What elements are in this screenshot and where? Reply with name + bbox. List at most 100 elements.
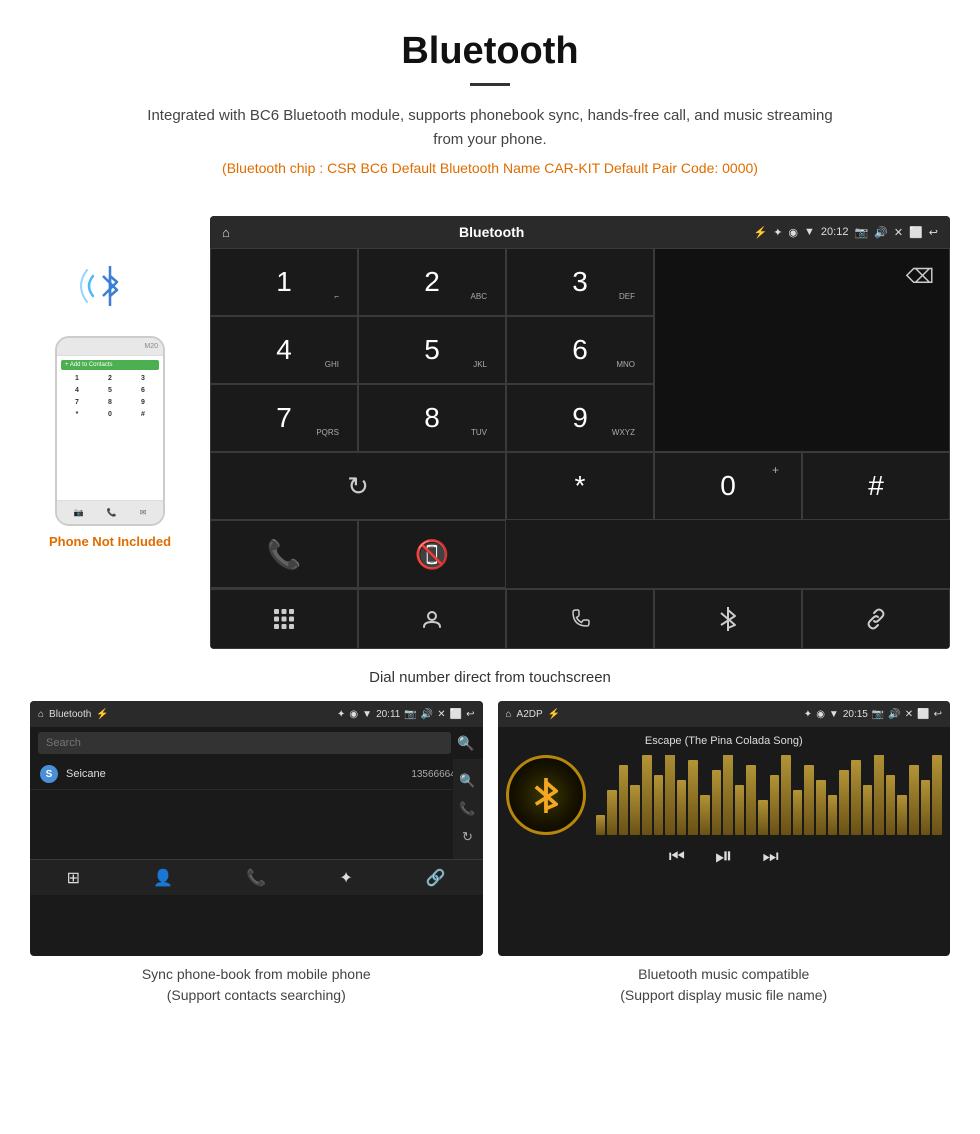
status-bar-title: Bluetooth — [459, 224, 524, 240]
pb-back-icon[interactable]: ↩ — [466, 709, 474, 720]
eq-bar — [596, 815, 606, 835]
play-pause-button[interactable]: ⏯ — [715, 843, 733, 869]
eq-bar — [723, 755, 733, 835]
pb-sidebar-refresh-icon[interactable]: ↻ — [462, 829, 473, 845]
dial-key-6[interactable]: 6 MNO — [506, 316, 654, 384]
music-vol-icon[interactable]: 🔊 — [888, 709, 900, 720]
bottom-screenshots: ⌂ Bluetooth ⚡ ✦ ◉ ▼ 20:11 📷 🔊 ✕ ⬜ ↩ — [0, 701, 980, 1026]
key-5-sub: JKL — [473, 360, 487, 369]
eq-bar — [886, 775, 896, 835]
pb-bottom-bt-icon[interactable]: ✦ — [339, 868, 352, 888]
music-close-icon[interactable]: ✕ — [905, 709, 913, 720]
contacts-button[interactable] — [358, 589, 506, 649]
redial-button[interactable]: ↻ — [210, 452, 506, 520]
phone-key-0: 0 — [94, 409, 126, 420]
dial-key-2[interactable]: 2 ABC — [358, 248, 506, 316]
volume-icon[interactable]: 🔊 — [874, 226, 888, 239]
pb-sidebar-phone-icon[interactable]: 📞 — [459, 801, 475, 817]
pb-home-icon[interactable]: ⌂ — [38, 709, 44, 720]
dial-key-hash[interactable]: # — [802, 452, 950, 520]
music-home-icon[interactable]: ⌂ — [506, 709, 512, 720]
phonebook-screen: ⌂ Bluetooth ⚡ ✦ ◉ ▼ 20:11 📷 🔊 ✕ ⬜ ↩ — [30, 701, 483, 956]
music-caption: Bluetooth music compatible (Support disp… — [620, 964, 827, 1006]
pb-search-icon[interactable]: 🔍 — [457, 735, 474, 752]
dial-key-star[interactable]: * — [506, 452, 654, 520]
pb-search-input[interactable] — [38, 732, 451, 754]
pb-win-icon[interactable]: ⬜ — [450, 709, 462, 720]
bluetooth-bottom-button[interactable] — [654, 589, 802, 649]
phone-bottom-button[interactable] — [506, 589, 654, 649]
music-win-icon[interactable]: ⬜ — [917, 709, 929, 720]
dial-display-area: ⌫ — [654, 248, 950, 452]
pb-close-icon[interactable]: ✕ — [437, 709, 445, 720]
pb-search-row: 🔍 — [30, 727, 483, 759]
dialpad-button[interactable] — [210, 589, 358, 649]
pb-bottom-contacts-icon[interactable]: 👤 — [153, 868, 173, 888]
header-divider — [470, 83, 510, 86]
eq-bar — [642, 755, 652, 835]
key-8-main: 8 — [424, 402, 440, 434]
phone-key-2: 2 — [94, 373, 126, 384]
back-icon[interactable]: ↩ — [929, 226, 938, 239]
dial-key-4[interactable]: 4 GHI — [210, 316, 358, 384]
eq-bar — [677, 780, 687, 835]
music-content-area: Escape (The Pina Colada Song) — [498, 727, 951, 885]
phone-key-star: * — [61, 409, 93, 420]
pb-bottom-dialpad-icon[interactable]: ⊞ — [67, 868, 80, 888]
music-cam-icon[interactable]: 📷 — [872, 709, 884, 720]
dial-key-0[interactable]: 0 + — [654, 452, 802, 520]
music-back-icon[interactable]: ↩ — [934, 709, 942, 720]
key-7-sub: PQRS — [316, 428, 339, 437]
phone-cam-icon: 📷 — [74, 508, 84, 517]
key-0-plus: + — [772, 463, 779, 477]
pb-vol-icon[interactable]: 🔊 — [421, 709, 433, 720]
key-9-sub: WXYZ — [612, 428, 635, 437]
phone-screen: + Add to Contacts 1 2 3 4 5 6 7 8 9 * 0 … — [57, 356, 163, 500]
music-screen: ⌂ A2DP ⚡ ✦ ◉ ▼ 20:15 📷 🔊 ✕ ⬜ ↩ E — [498, 701, 951, 956]
pb-wifi-icon: ▼ — [362, 709, 372, 720]
usb-icon: ⚡ — [754, 226, 768, 239]
music-status-left: ⌂ A2DP ⚡ — [506, 709, 561, 720]
pb-contact-row[interactable]: S Seicane 13566664466 — [30, 759, 483, 790]
phone-dial-grid: 1 2 3 4 5 6 7 8 9 * 0 # — [61, 373, 159, 420]
phonebook-caption-line2: (Support contacts searching) — [167, 987, 346, 1003]
eq-bar — [735, 785, 745, 835]
home-icon[interactable]: ⌂ — [222, 225, 230, 240]
status-bar-left: ⌂ — [222, 225, 230, 240]
window-icon[interactable]: ⬜ — [909, 226, 923, 239]
dial-key-7[interactable]: 7 PQRS — [210, 384, 358, 452]
dial-key-5[interactable]: 5 JKL — [358, 316, 506, 384]
backspace-icon[interactable]: ⌫ — [891, 249, 949, 304]
pb-status-bar: ⌂ Bluetooth ⚡ ✦ ◉ ▼ 20:11 📷 🔊 ✕ ⬜ ↩ — [30, 701, 483, 727]
camera-icon[interactable]: 📷 — [854, 226, 868, 239]
eq-bar — [654, 775, 664, 835]
pb-cam-icon[interactable]: 📷 — [404, 709, 416, 720]
key-9-main: 9 — [572, 402, 588, 434]
music-usb-icon: ⚡ — [548, 709, 560, 720]
phone-key-6: 6 — [127, 385, 159, 396]
link-bottom-button[interactable] — [802, 589, 950, 649]
key-2-main: 2 — [424, 266, 440, 298]
album-art — [506, 755, 586, 835]
dial-key-8[interactable]: 8 TUV — [358, 384, 506, 452]
dial-section: M20 + Add to Contacts 1 2 3 4 5 6 7 8 9 … — [0, 206, 980, 659]
dial-key-3[interactable]: 3 DEF — [506, 248, 654, 316]
end-call-button[interactable]: 📵 — [358, 520, 506, 588]
eq-bar — [804, 765, 814, 835]
phonebook-screen-wrap: ⌂ Bluetooth ⚡ ✦ ◉ ▼ 20:11 📷 🔊 ✕ ⬜ ↩ — [30, 701, 483, 1006]
music-bt-icon: ✦ — [804, 709, 812, 720]
key-4-main: 4 — [276, 334, 292, 366]
call-button[interactable]: 📞 — [210, 520, 358, 588]
close-icon[interactable]: ✕ — [894, 226, 903, 239]
car-dial-screen: ⌂ Bluetooth ⚡ ✦ ◉ ▼ 20:12 📷 🔊 ✕ ⬜ ↩ 1 ⌐ — [210, 216, 950, 649]
status-bar-right: ⚡ ✦ ◉ ▼ 20:12 📷 🔊 ✕ ⬜ ↩ — [754, 226, 939, 239]
rewind-button[interactable]: ⏮ — [669, 846, 685, 867]
dial-key-1[interactable]: 1 ⌐ — [210, 248, 358, 316]
location-icon: ◉ — [788, 226, 798, 239]
dial-key-9[interactable]: 9 WXYZ — [506, 384, 654, 452]
fast-forward-button[interactable]: ⏭ — [763, 846, 779, 867]
pb-sidebar-search-icon[interactable]: 🔍 — [459, 773, 475, 789]
pb-bottom-link-icon[interactable]: 🔗 — [426, 868, 446, 888]
pb-bottom-calls-icon[interactable]: 📞 — [246, 868, 266, 888]
key-3-main: 3 — [572, 266, 588, 298]
